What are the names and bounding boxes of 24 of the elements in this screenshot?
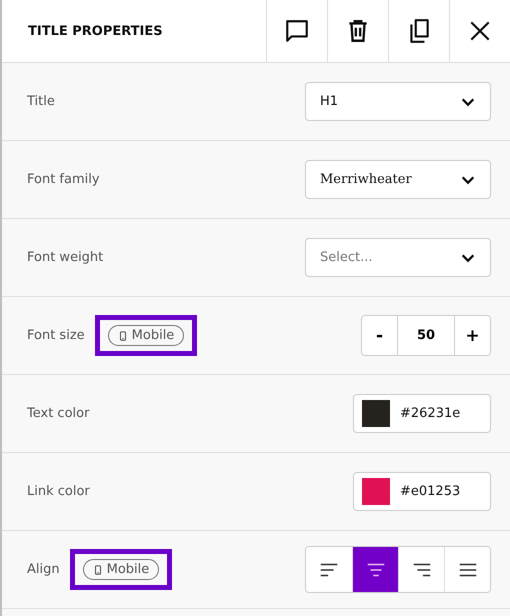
dropdown[interactable]: H1 bbox=[305, 82, 491, 121]
field-label: Align bbox=[27, 562, 60, 577]
align-justify-button[interactable] bbox=[444, 547, 490, 592]
field-label: Font weight bbox=[27, 250, 104, 265]
color-field[interactable]: #e01253 bbox=[353, 472, 491, 511]
comment-icon bbox=[284, 18, 310, 44]
alignment-button-group[interactable] bbox=[305, 546, 491, 593]
dropdown-value: Merriwheater bbox=[320, 172, 412, 187]
field-label: Title bbox=[27, 94, 55, 109]
color-field[interactable]: #26231e bbox=[353, 394, 491, 433]
field-label: Font size bbox=[27, 328, 85, 343]
color-swatch[interactable] bbox=[362, 400, 390, 427]
color-swatch[interactable] bbox=[362, 478, 390, 505]
panel-title: TITLE PROPERTIES bbox=[27, 22, 164, 40]
dropdown[interactable]: Merriwheater bbox=[305, 160, 491, 199]
field-label: Font family bbox=[27, 172, 100, 187]
phone-icon bbox=[118, 330, 128, 342]
mobile-toggle[interactable]: Mobile bbox=[108, 325, 184, 346]
dropdown[interactable]: Select... bbox=[305, 238, 491, 277]
align-center-button[interactable] bbox=[352, 547, 398, 592]
field-label: Text color bbox=[27, 406, 90, 421]
field-label: Link color bbox=[27, 484, 90, 499]
phone-icon bbox=[92, 564, 103, 576]
mobile-toggle[interactable]: Mobile bbox=[82, 559, 160, 580]
